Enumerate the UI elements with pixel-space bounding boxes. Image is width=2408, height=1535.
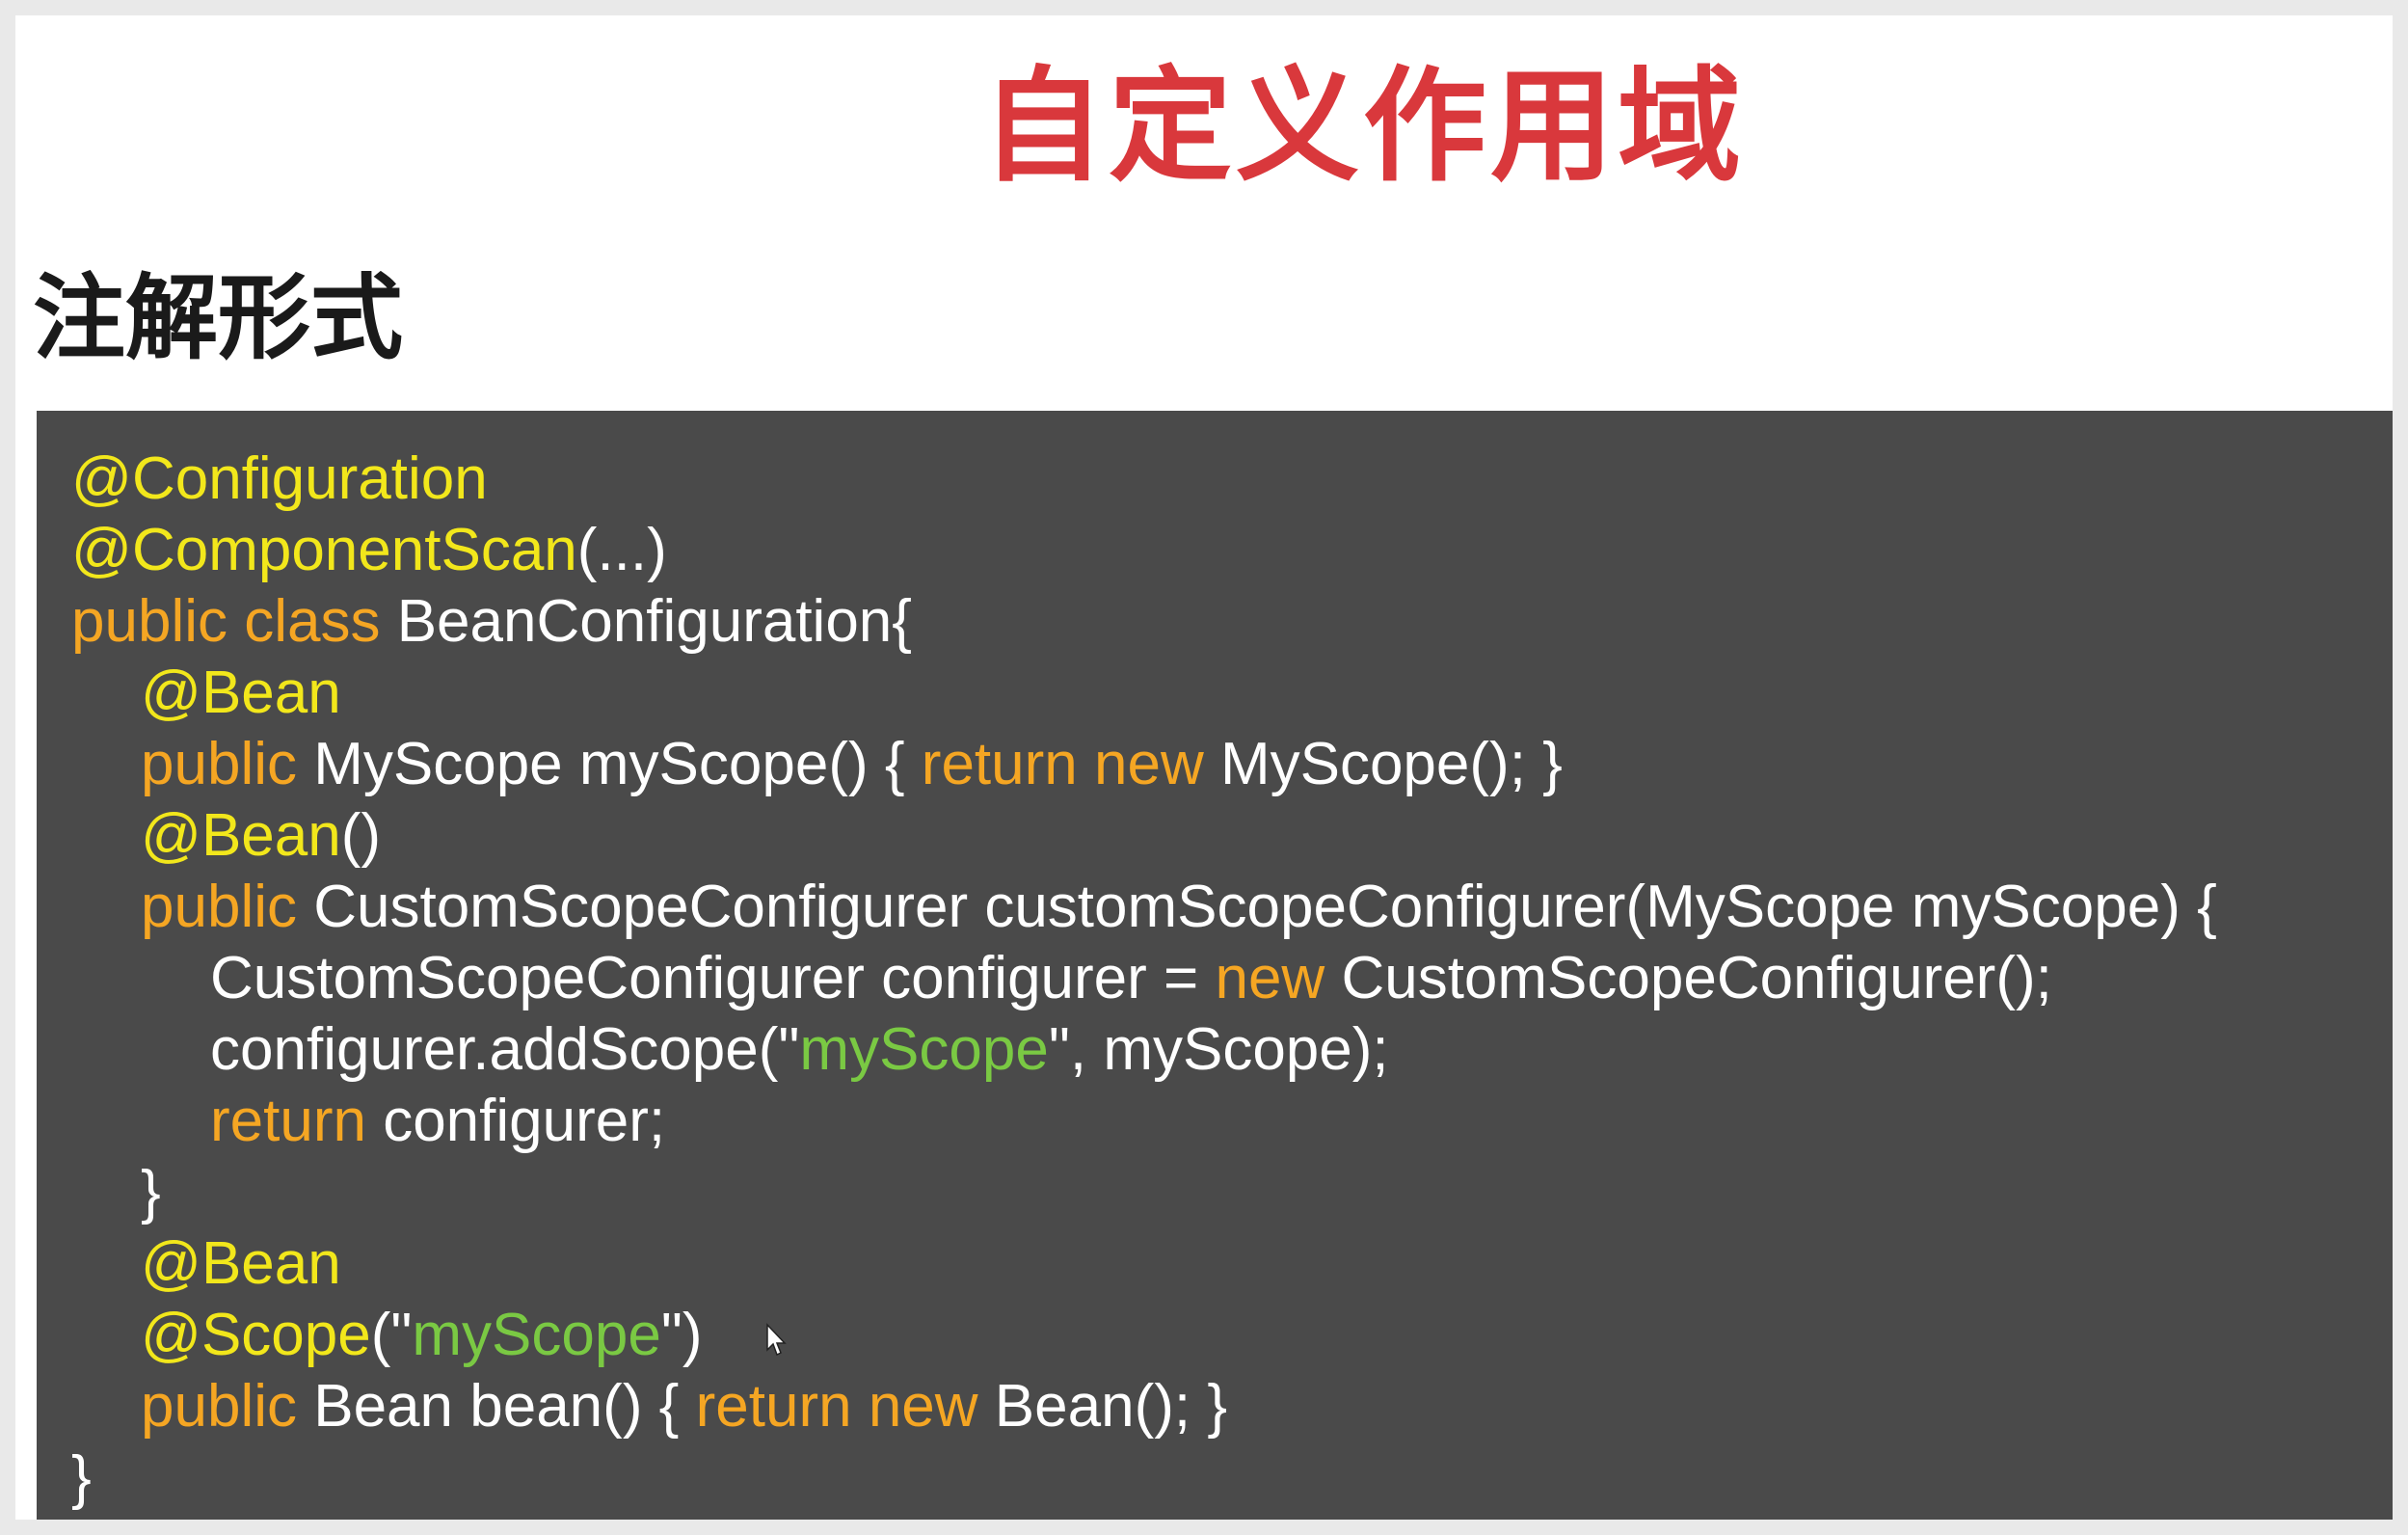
code-token-plain: } (71, 1444, 92, 1511)
code-token-plain: CustomScopeConfigurer(); (1341, 945, 2052, 1011)
code-token-plain: BeanConfiguration{ (396, 588, 912, 655)
code-line: @Configuration (71, 444, 2217, 515)
code-panel: @Configuration @ComponentScan(...) public … (37, 411, 2393, 1520)
code-token-plain: CustomScopeConfigurer configurer = (210, 945, 1216, 1011)
code-token-string: myScope (799, 1016, 1049, 1083)
code-token-plain: (" (370, 1302, 413, 1368)
mouse-pointer-icon (766, 1323, 787, 1357)
code-token-annotation: @Configuration (71, 445, 488, 512)
code-token-annotation: @Bean (141, 660, 341, 726)
code-token-plain: () (340, 802, 382, 869)
code-token-keyword: public (141, 874, 314, 940)
code-line: } (71, 1442, 2217, 1514)
slide-subtitle: 注解形式 (33, 264, 403, 372)
code-token-annotation: @ComponentScan (71, 517, 577, 583)
code-line: public Bean bean() { return new Bean(); … (71, 1371, 2217, 1442)
code-line: public CustomScopeConfigurer customScope… (71, 872, 2217, 943)
code-block: @Configuration @ComponentScan(...) public … (71, 444, 2217, 1514)
code-token-plain: Bean bean() { (313, 1373, 696, 1440)
code-line: @ComponentScan(...) (71, 515, 2217, 586)
code-line: @Bean() (71, 800, 2217, 872)
code-line: @Bean (71, 658, 2217, 729)
code-token-annotation: @Bean (141, 1230, 341, 1297)
code-token-plain: (...) (576, 517, 667, 583)
code-token-plain: MyScope myScope() { (313, 731, 922, 797)
code-line: @Bean (71, 1228, 2217, 1300)
code-token-annotation: @Bean (141, 802, 341, 869)
code-token-keyword: public (141, 731, 314, 797)
code-token-keyword: return (210, 1088, 384, 1154)
code-line: @Scope("myScope") (71, 1300, 2217, 1371)
code-token-plain: } (141, 1159, 161, 1225)
code-token-plain: MyScope(); } (1219, 731, 1563, 797)
code-line: public MyScope myScope() { return new My… (71, 729, 2217, 800)
code-token-annotation: @Scope (141, 1302, 371, 1368)
code-token-keyword: new (1215, 945, 1342, 1011)
slide-title: 自定义作用域 (980, 55, 1745, 199)
code-token-plain: CustomScopeConfigurer customScopeConfigu… (313, 874, 2217, 940)
code-line: return configurer; (71, 1086, 2217, 1157)
code-line: configurer.addScope("myScope", myScope); (71, 1014, 2217, 1086)
code-token-keyword: return new (695, 1373, 995, 1440)
code-line: public class BeanConfiguration{ (71, 586, 2217, 658)
code-token-keyword: public (141, 1373, 314, 1440)
code-token-plain: Bean(); } (994, 1373, 1228, 1440)
code-line: CustomScopeConfigurer configurer = new C… (71, 943, 2217, 1014)
code-token-keyword: return new (921, 731, 1220, 797)
slide: 自定义作用域 注解形式 @Configuration @ComponentScan… (15, 15, 2393, 1520)
code-line: } (71, 1157, 2217, 1228)
code-token-keyword: public class (71, 588, 397, 655)
code-token-string: myScope (412, 1302, 661, 1368)
code-token-plain: configurer.addScope(" (210, 1016, 800, 1083)
code-token-plain: ") (660, 1302, 703, 1368)
code-token-plain: ", myScope); (1048, 1016, 1389, 1083)
code-token-plain: configurer; (383, 1088, 666, 1154)
